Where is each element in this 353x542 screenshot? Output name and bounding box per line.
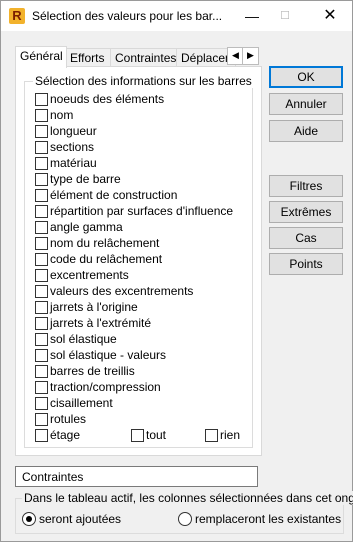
checkbox-box[interactable]	[35, 93, 48, 106]
radio-button[interactable]	[22, 512, 36, 526]
extremes-button[interactable]: Extrêmes	[269, 201, 343, 223]
ok-button[interactable]: OK	[269, 66, 343, 88]
window-title: Sélection des valeurs pour les bar...	[32, 9, 223, 23]
checkbox-box[interactable]	[35, 141, 48, 154]
filters-button[interactable]: Filtres	[269, 175, 343, 197]
tab-contraintes[interactable]: Contraintes	[110, 48, 184, 67]
checkbox-box[interactable]	[35, 429, 48, 442]
checkbox-box[interactable]	[131, 429, 144, 442]
checkbox-box[interactable]	[35, 317, 48, 330]
checkbox-box[interactable]	[35, 125, 48, 138]
tab-panel: Sélection des informations sur les barre…	[15, 66, 262, 456]
column-mode-legend: Dans le tableau actif, les colonnes séle…	[22, 491, 353, 505]
bar-info-group: Sélection des informations sur les barre…	[24, 74, 254, 448]
points-button[interactable]: Points	[269, 253, 343, 275]
checkbox-box[interactable]	[35, 221, 48, 234]
checkbox-box[interactable]	[35, 109, 48, 122]
tab-name-field[interactable]: Contraintes	[15, 466, 258, 487]
checkbox-box[interactable]	[35, 301, 48, 314]
tab-scroll-right-icon[interactable]: ▶	[242, 47, 259, 65]
cancel-button[interactable]: Annuler	[269, 93, 343, 115]
title-bar: R Sélection des valeurs pour les bar... …	[1, 1, 352, 31]
checkbox-box[interactable]	[35, 365, 48, 378]
checkbox-box[interactable]	[35, 397, 48, 410]
cases-button[interactable]: Cas	[269, 227, 343, 249]
dialog-window: R Sélection des valeurs pour les bar... …	[0, 0, 353, 542]
checkbox-box[interactable]	[35, 349, 48, 362]
checkbox-box[interactable]	[35, 269, 48, 282]
close-button[interactable]: ✕	[310, 1, 350, 31]
checkbox-box[interactable]	[35, 237, 48, 250]
checkbox-box[interactable]	[35, 381, 48, 394]
checkbox-box[interactable]	[35, 285, 48, 298]
tab-general[interactable]: Général	[15, 46, 67, 68]
checkbox-box[interactable]	[35, 189, 48, 202]
checkbox-box[interactable]	[35, 253, 48, 266]
help-button[interactable]: Aide	[269, 120, 343, 142]
checkbox-box[interactable]	[205, 429, 218, 442]
checkbox-box[interactable]	[35, 157, 48, 170]
robot-app-icon: R	[9, 8, 25, 24]
group-legend: Sélection des informations sur les barre…	[33, 74, 254, 88]
column-mode-group: Dans le tableau actif, les colonnes séle…	[15, 491, 353, 534]
checkbox-box[interactable]	[35, 333, 48, 346]
checkbox-box[interactable]	[35, 173, 48, 186]
checkbox-box[interactable]	[35, 205, 48, 218]
checkbox-box[interactable]	[35, 413, 48, 426]
radio-button[interactable]	[178, 512, 192, 526]
maximize-button[interactable]: ☐	[265, 1, 305, 31]
